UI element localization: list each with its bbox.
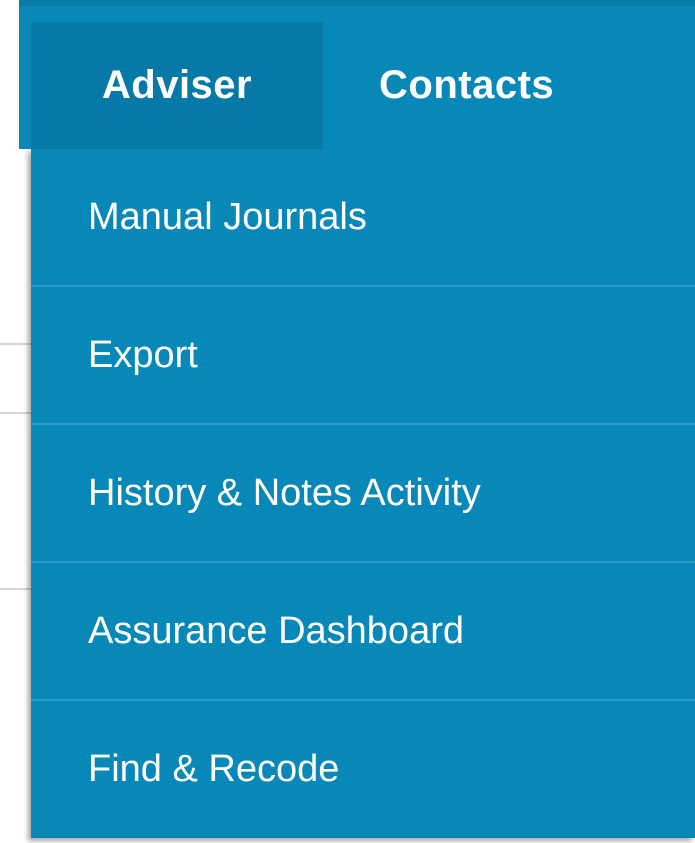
nav-tab-contacts[interactable]: Contacts [323,22,623,149]
background-divider [0,343,32,345]
menu-item-history-notes-activity[interactable]: History & Notes Activity [31,425,695,561]
menu-item-assurance-dashboard[interactable]: Assurance Dashboard [31,563,695,699]
menu-item-label: History & Notes Activity [88,471,481,514]
menu-item-label: Manual Journals [88,195,367,238]
menu-item-manual-journals[interactable]: Manual Journals [31,149,695,285]
menu-item-label: Export [88,333,198,376]
top-navigation-bar: Adviser Contacts [19,0,695,149]
nav-tab-adviser[interactable]: Adviser [31,22,323,149]
menu-item-label: Assurance Dashboard [88,609,464,652]
nav-tab-label: Adviser [101,63,253,107]
menu-item-label: Find & Recode [88,747,340,790]
nav-tab-label: Contacts [379,63,555,107]
page: Adviser Contacts Manual Journals Export … [0,0,695,843]
background-divider [0,588,32,590]
adviser-dropdown-menu: Manual Journals Export History & Notes A… [31,149,695,838]
background-divider [0,412,32,414]
menu-item-export[interactable]: Export [31,287,695,423]
menu-item-find-recode[interactable]: Find & Recode [31,701,695,837]
